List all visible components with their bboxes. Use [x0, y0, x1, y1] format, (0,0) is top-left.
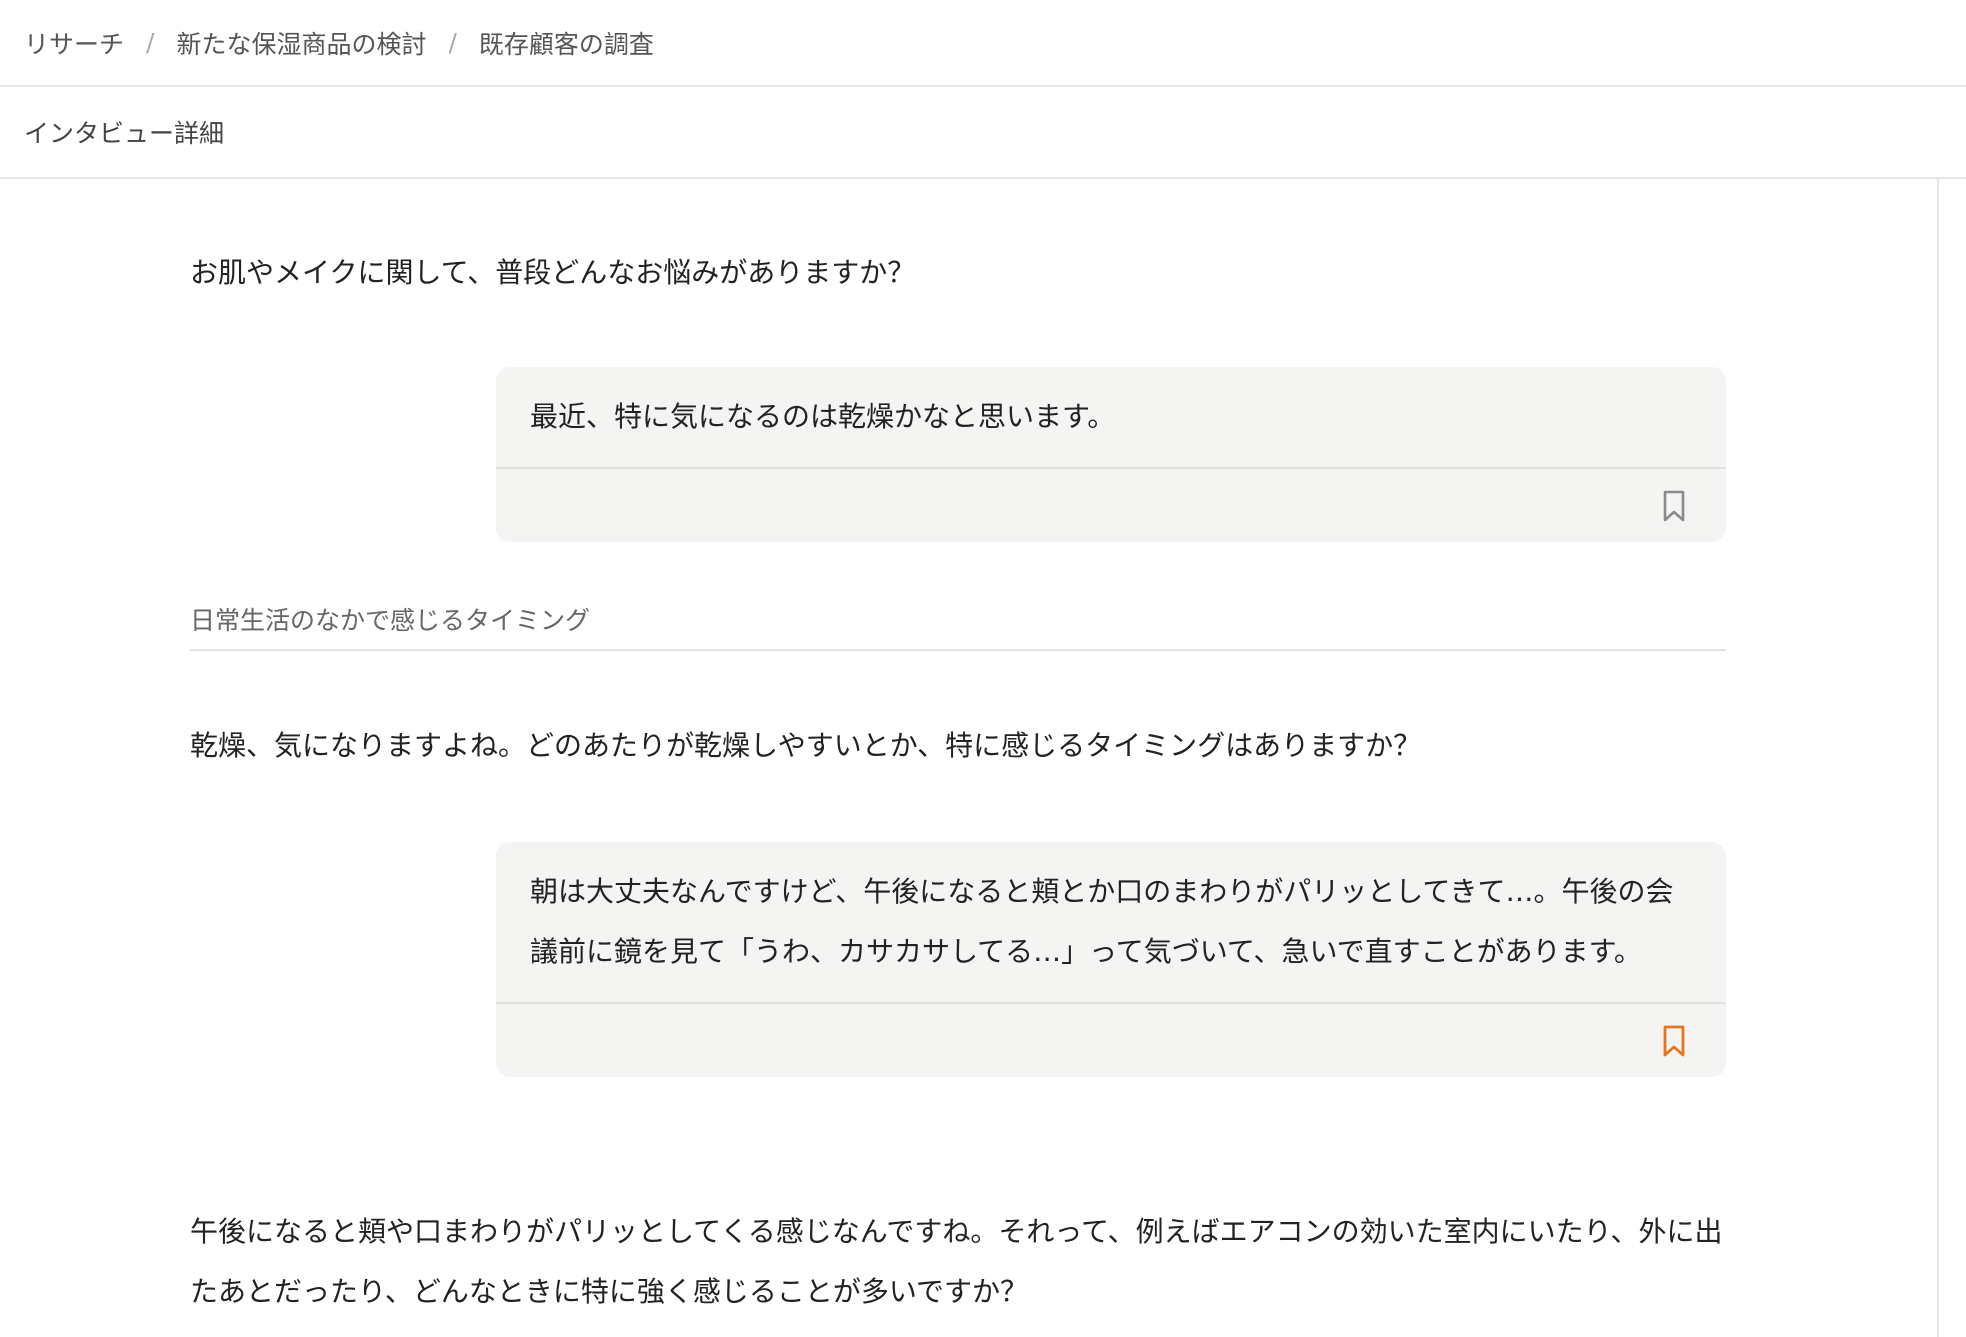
conversation-panel: お肌やメイクに関して、普段どんなお悩みがありますか？ 最近、特に気になるのは乾燥…: [0, 179, 1938, 1337]
answer-text: 最近、特に気になるのは乾燥かなと思います。: [496, 367, 1726, 469]
bookmark-icon[interactable]: [1660, 1024, 1688, 1058]
page-subheader: インタビュー詳細: [0, 87, 1966, 179]
answer-card-footer: [496, 1004, 1726, 1077]
interviewer-question: 乾燥、気になりますよね。どのあたりが乾燥しやすいとか、特に感じるタイミングはあり…: [190, 729, 1422, 762]
interviewer-question: 午後になると頬や口まわりがパリッとしてくる感じなんですね。それって、例えばエアコ…: [190, 1215, 1723, 1308]
breadcrumb-item-project[interactable]: 新たな保湿商品の検討: [176, 25, 426, 61]
answer-card-footer: [496, 469, 1726, 542]
breadcrumb: リサーチ / 新たな保湿商品の検討 / 既存顧客の調査: [0, 0, 1966, 87]
bookmark-icon[interactable]: [1660, 489, 1688, 523]
breadcrumb-separator: /: [146, 28, 155, 57]
breadcrumb-item-research[interactable]: リサーチ: [24, 25, 124, 61]
breadcrumb-separator: /: [448, 28, 457, 57]
topic-heading: 日常生活のなかで感じるタイミング: [190, 601, 1726, 651]
answer-text: 朝は大丈夫なんですけど、午後になると頬とか口のまわりがパリッとしてきて…。午後の…: [496, 842, 1726, 1004]
answer-card: 朝は大丈夫なんですけど、午後になると頬とか口のまわりがパリッとしてきて…。午後の…: [496, 842, 1726, 1077]
interviewer-question: お肌やメイクに関して、普段どんなお悩みがありますか？: [190, 256, 916, 289]
breadcrumb-item-survey[interactable]: 既存顧客の調査: [479, 25, 654, 61]
page-title: インタビュー詳細: [24, 119, 225, 148]
answer-card: 最近、特に気になるのは乾燥かなと思います。: [496, 367, 1726, 542]
